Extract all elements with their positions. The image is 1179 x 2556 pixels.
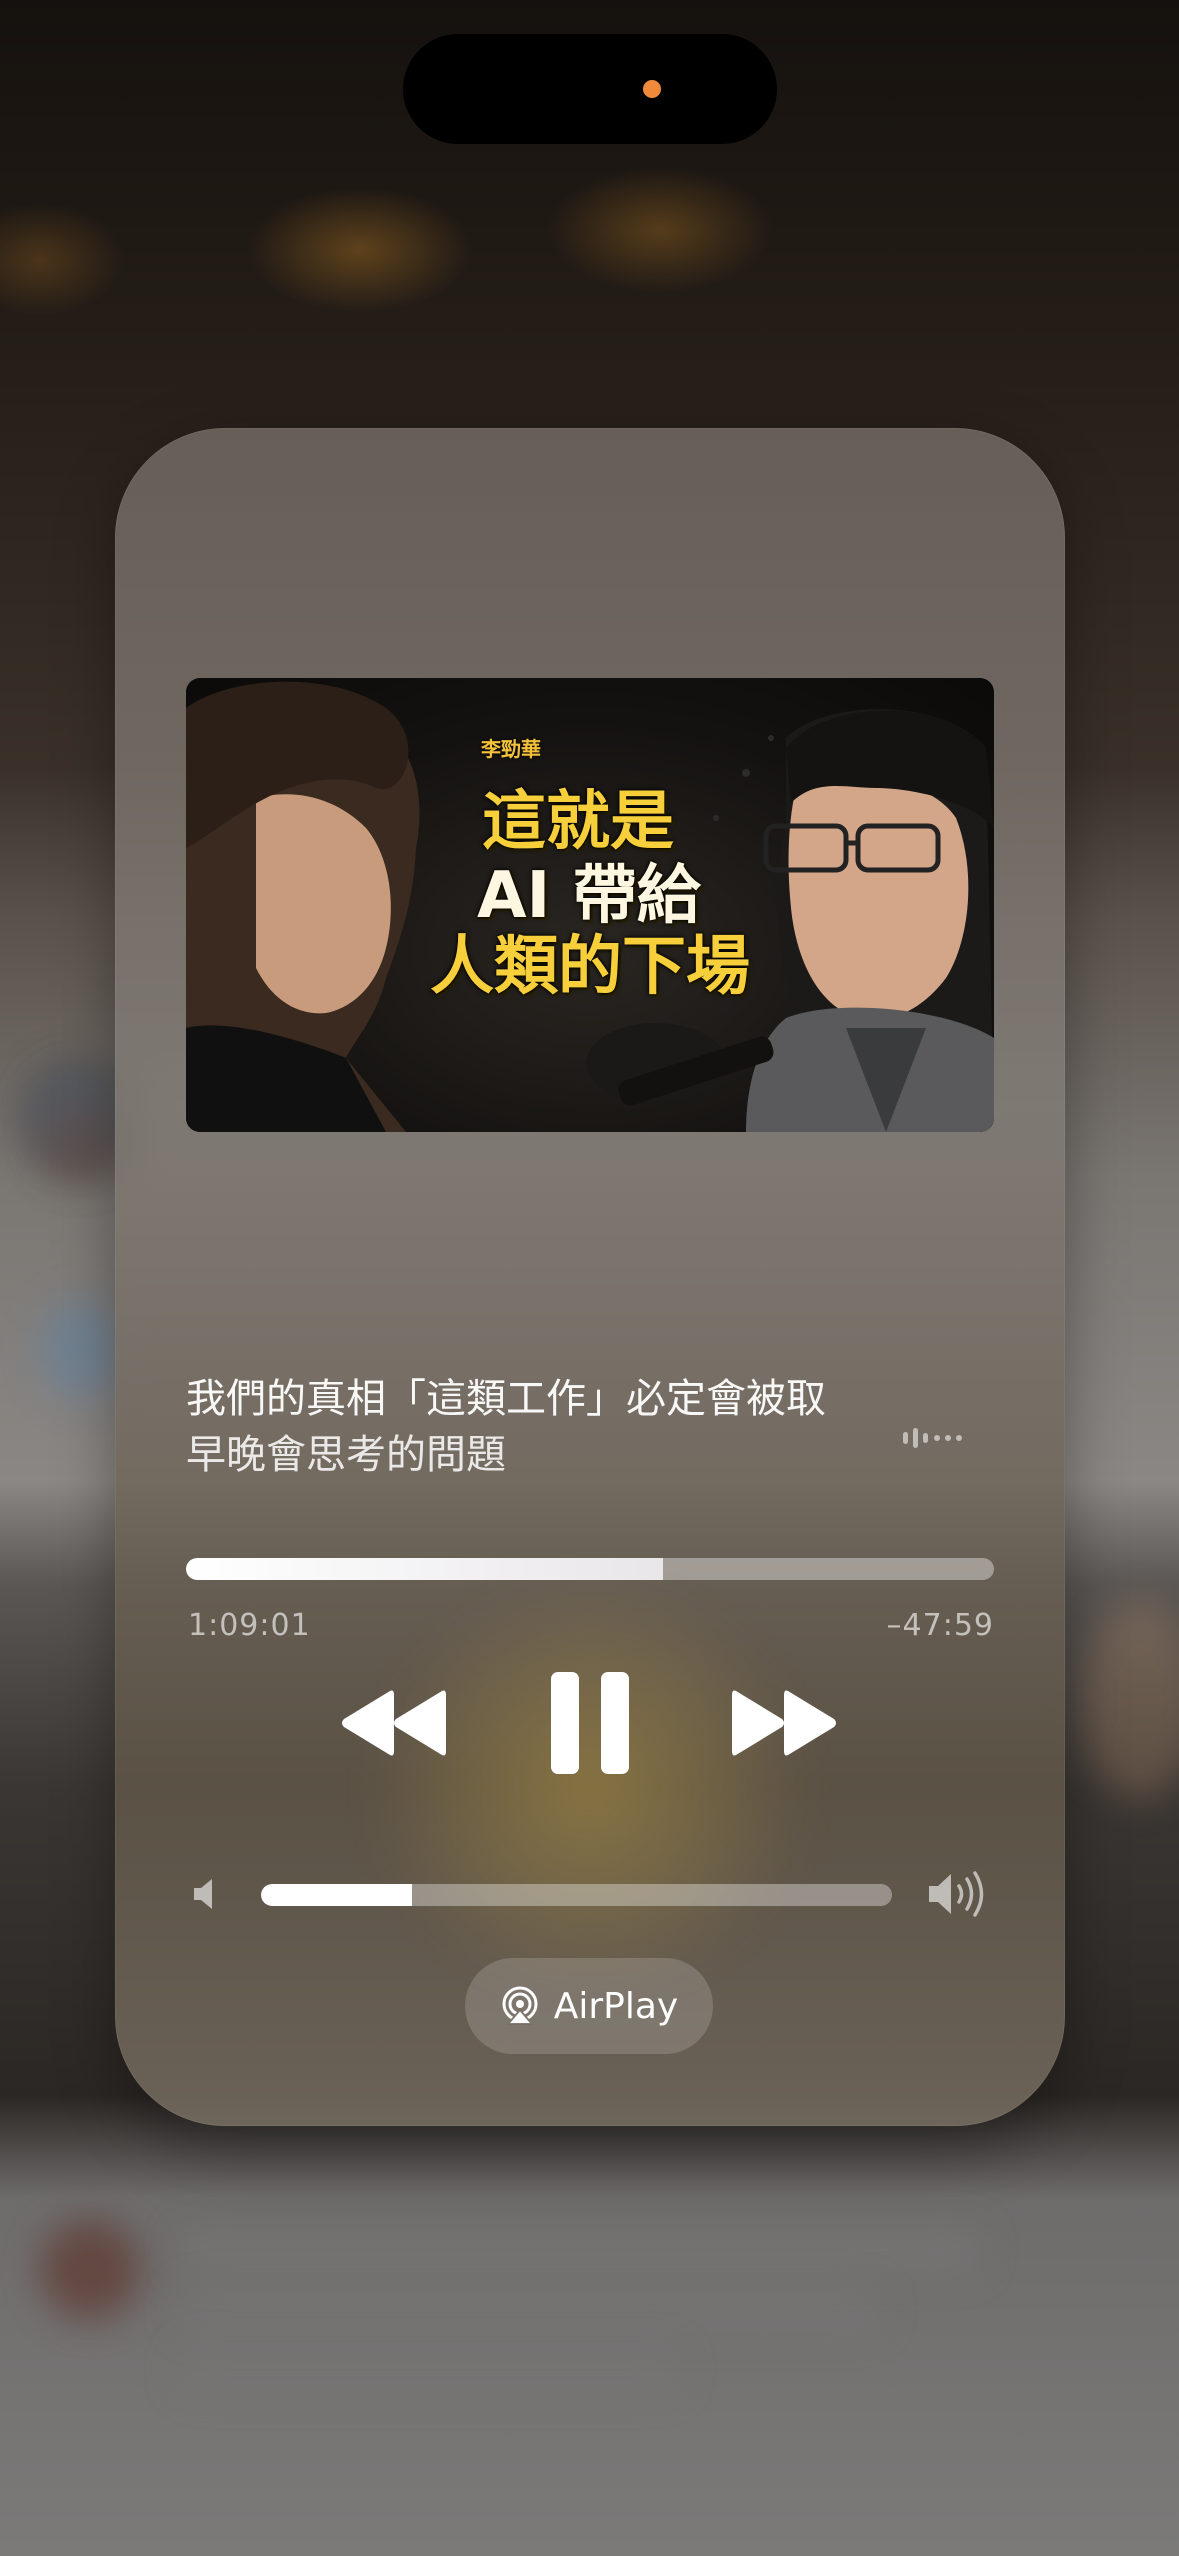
background-feed-blur bbox=[0, 2160, 1179, 2556]
pause-button[interactable] bbox=[547, 1668, 633, 1778]
dynamic-island bbox=[403, 34, 777, 144]
volume-slider[interactable] bbox=[261, 1884, 892, 1906]
album-artwork[interactable]: 李勁華 這就是 AI 帶給 人類的下場 bbox=[186, 678, 994, 1132]
track-info[interactable]: 我們的真相「這類工作」必定會被取 早晚會思考的問題 bbox=[186, 1371, 866, 1483]
fast-forward-button[interactable] bbox=[730, 1683, 840, 1763]
card-ambient-glow bbox=[365, 1578, 815, 1998]
track-subtitle: 早晚會思考的問題 bbox=[186, 1432, 506, 1478]
artwork-name-tag: 李勁華 bbox=[481, 737, 541, 761]
lock-screen: 李勁華 這就是 AI 帶給 人類的下場 我們的真相「這類工作」必定會被取 早晚會… bbox=[0, 0, 1179, 2556]
elapsed-time: 1:09:01 bbox=[188, 1608, 311, 1643]
fast-forward-icon bbox=[732, 1690, 836, 1756]
airplay-icon bbox=[502, 1986, 538, 2025]
rewind-button[interactable] bbox=[338, 1683, 448, 1763]
airplay-label: AirPlay bbox=[553, 1985, 679, 2027]
remaining-time: –47:59 bbox=[886, 1608, 994, 1643]
now-playing-card: 李勁華 這就是 AI 帶給 人類的下場 我們的真相「這類工作」必定會被取 早晚會… bbox=[115, 428, 1065, 2126]
speaker-high-icon bbox=[929, 1871, 984, 1917]
playback-progress-fill bbox=[186, 1558, 663, 1580]
rewind-icon bbox=[342, 1690, 446, 1756]
track-title: 我們的真相「這類工作」必定會被取 bbox=[186, 1376, 826, 1422]
playback-scrubber[interactable] bbox=[186, 1558, 994, 1580]
speaker-low-icon bbox=[194, 1879, 212, 1909]
artwork-headline-line3: 人類的下場 bbox=[430, 930, 750, 1004]
volume-fill bbox=[261, 1884, 413, 1906]
waveform-icon bbox=[903, 1428, 962, 1448]
privacy-indicator-dot bbox=[643, 80, 661, 98]
pause-icon bbox=[551, 1672, 629, 1774]
airplay-button[interactable]: AirPlay bbox=[465, 1958, 713, 2054]
